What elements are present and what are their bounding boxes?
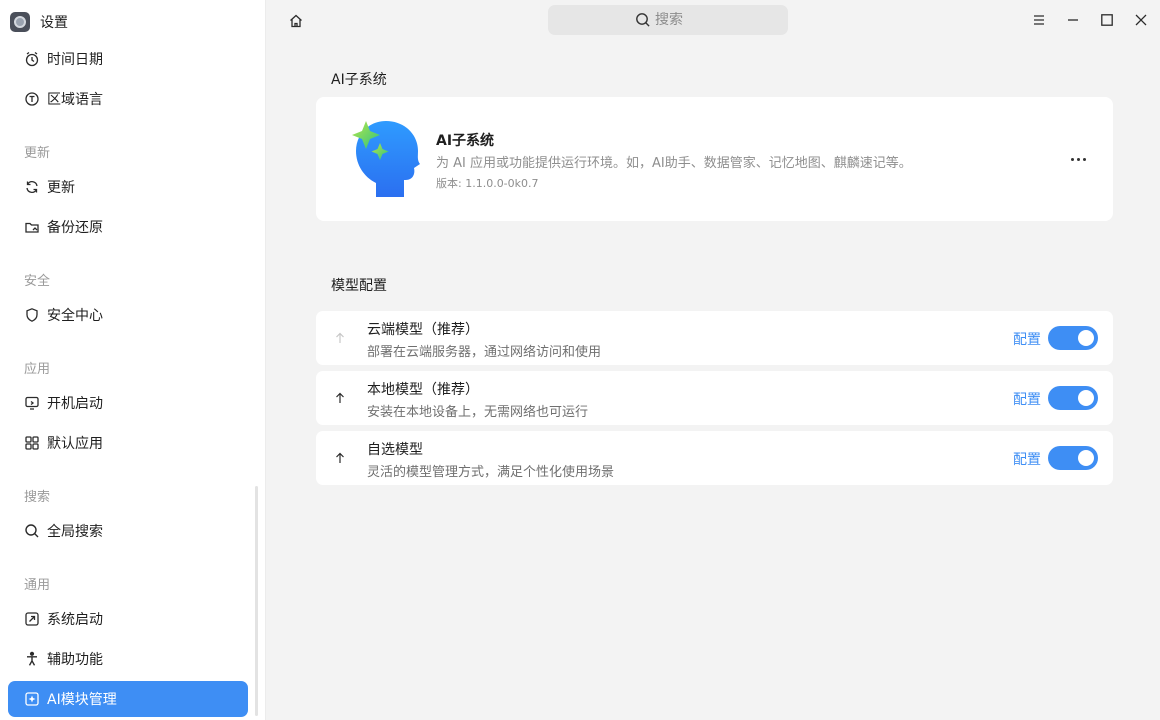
sidebar-group-update: 更新 xyxy=(24,146,51,161)
sidebar-item-accessibility[interactable]: 辅助功能 xyxy=(8,641,248,677)
sidebar-item-label: 默认应用 xyxy=(47,436,103,452)
move-up-button[interactable] xyxy=(332,450,348,466)
arrow-up-icon xyxy=(334,452,346,464)
model-row-cloud: 云端模型（推荐） 部署在云端服务器，通过网络访问和使用 配置 xyxy=(316,311,1113,365)
move-up-button[interactable] xyxy=(332,390,348,406)
more-dot xyxy=(1082,157,1086,161)
menu-button[interactable] xyxy=(1027,8,1051,32)
sidebar-item-global-search[interactable]: 全局搜索 xyxy=(8,513,248,549)
more-dot xyxy=(1070,157,1074,161)
accessibility-icon xyxy=(24,651,40,667)
arrow-up-icon xyxy=(334,392,346,404)
sidebar-group-search: 搜索 xyxy=(24,490,51,505)
model-name: 云端模型（推荐） xyxy=(367,322,479,338)
settings-app-icon xyxy=(10,12,30,32)
close-icon xyxy=(1134,13,1148,27)
sidebar-item-label: 系统启动 xyxy=(47,612,103,628)
model-toggle[interactable] xyxy=(1048,386,1098,410)
sidebar-item-language[interactable]: 区域语言 xyxy=(8,81,248,117)
minimize-icon xyxy=(1066,13,1080,27)
home-button[interactable] xyxy=(284,9,308,33)
model-description: 安装在本地设备上，无需网络也可运行 xyxy=(367,405,589,420)
sidebar-item-label: 区域语言 xyxy=(47,92,103,108)
shield-icon xyxy=(24,307,40,323)
sidebar-group-apps: 应用 xyxy=(24,362,51,377)
sidebar-item-update[interactable]: 更新 xyxy=(8,169,248,205)
model-toggle[interactable] xyxy=(1048,446,1098,470)
backup-icon xyxy=(24,219,40,235)
home-icon xyxy=(288,13,304,29)
model-description: 部署在云端服务器，通过网络访问和使用 xyxy=(367,345,602,360)
model-row-local: 本地模型（推荐） 安装在本地设备上，无需网络也可运行 配置 xyxy=(316,371,1113,425)
model-section-title: 模型配置 xyxy=(331,278,387,294)
ai-card-name: AI子系统 xyxy=(436,133,495,149)
config-link[interactable]: 配置 xyxy=(1013,389,1041,409)
sidebar-item-label: 更新 xyxy=(47,180,75,196)
move-up-button[interactable] xyxy=(332,330,348,346)
ai-card-description: 为 AI 应用或功能提供运行环境。如，AI助手、数据管家、记忆地图、麒麟速记等。 xyxy=(436,156,912,171)
ai-head-icon xyxy=(342,117,422,201)
model-name: 自选模型 xyxy=(367,442,423,458)
language-icon xyxy=(24,91,40,107)
model-toggle[interactable] xyxy=(1048,326,1098,350)
sidebar-item-boot[interactable]: 系统启动 xyxy=(8,601,248,637)
sidebar-item-label: 全局搜索 xyxy=(47,524,103,540)
app-title: 设置 xyxy=(40,15,68,31)
sidebar-item-label: 时间日期 xyxy=(47,52,103,68)
ai-card-version: 版本: 1.1.0.0-0k0.7 xyxy=(436,177,539,190)
sidebar-scrollbar[interactable] xyxy=(255,486,258,716)
ai-subsystem-card: AI子系统 为 AI 应用或功能提供运行环境。如，AI助手、数据管家、记忆地图、… xyxy=(316,97,1113,221)
search-box[interactable] xyxy=(548,5,788,35)
menu-icon xyxy=(1032,13,1046,27)
close-button[interactable] xyxy=(1129,8,1153,32)
toggle-knob xyxy=(1078,390,1094,406)
sidebar-item-label: 开机启动 xyxy=(47,396,103,412)
model-row-custom: 自选模型 灵活的模型管理方式，满足个性化使用场景 配置 xyxy=(316,431,1113,485)
sidebar-item-label: 辅助功能 xyxy=(47,652,103,668)
search-icon xyxy=(24,523,40,539)
sidebar-item-ai-module[interactable]: AI模块管理 xyxy=(8,681,248,717)
model-name: 本地模型（推荐） xyxy=(367,382,479,398)
apps-grid-icon xyxy=(24,435,40,451)
maximize-icon xyxy=(1100,13,1114,27)
more-dot xyxy=(1076,157,1080,161)
toggle-knob xyxy=(1078,450,1094,466)
sidebar-item-backup[interactable]: 备份还原 xyxy=(8,209,248,245)
sidebar-item-security[interactable]: 安全中心 xyxy=(8,297,248,333)
arrow-up-icon xyxy=(334,332,346,344)
clock-icon xyxy=(24,51,40,67)
sidebar-group-general: 通用 xyxy=(24,578,51,593)
search-icon xyxy=(635,12,651,28)
sidebar-item-startup[interactable]: 开机启动 xyxy=(8,385,248,421)
sidebar-item-label: 安全中心 xyxy=(47,308,103,324)
sidebar-item-label: AI模块管理 xyxy=(47,692,117,708)
toggle-knob xyxy=(1078,330,1094,346)
sidebar: 设置 时间日期 区域语言 更新 更新 备份还原 安全 安全中心 应用 开机启动 … xyxy=(0,0,266,720)
more-options-button[interactable] xyxy=(1066,147,1090,171)
ai-icon xyxy=(24,691,40,707)
sidebar-item-datetime[interactable]: 时间日期 xyxy=(8,41,248,77)
sidebar-item-label: 备份还原 xyxy=(47,220,103,236)
model-description: 灵活的模型管理方式，满足个性化使用场景 xyxy=(367,465,615,480)
config-link[interactable]: 配置 xyxy=(1013,449,1041,469)
sidebar-item-default-apps[interactable]: 默认应用 xyxy=(8,425,248,461)
sidebar-group-security: 安全 xyxy=(24,274,51,289)
app-header: 设置 xyxy=(10,10,68,34)
boot-icon xyxy=(24,611,40,627)
refresh-icon xyxy=(24,179,40,195)
minimize-button[interactable] xyxy=(1061,8,1085,32)
startup-icon xyxy=(24,395,40,411)
maximize-button[interactable] xyxy=(1095,8,1119,32)
search-input[interactable] xyxy=(655,12,701,28)
config-link[interactable]: 配置 xyxy=(1013,329,1041,349)
ai-section-title: AI子系统 xyxy=(331,72,387,88)
